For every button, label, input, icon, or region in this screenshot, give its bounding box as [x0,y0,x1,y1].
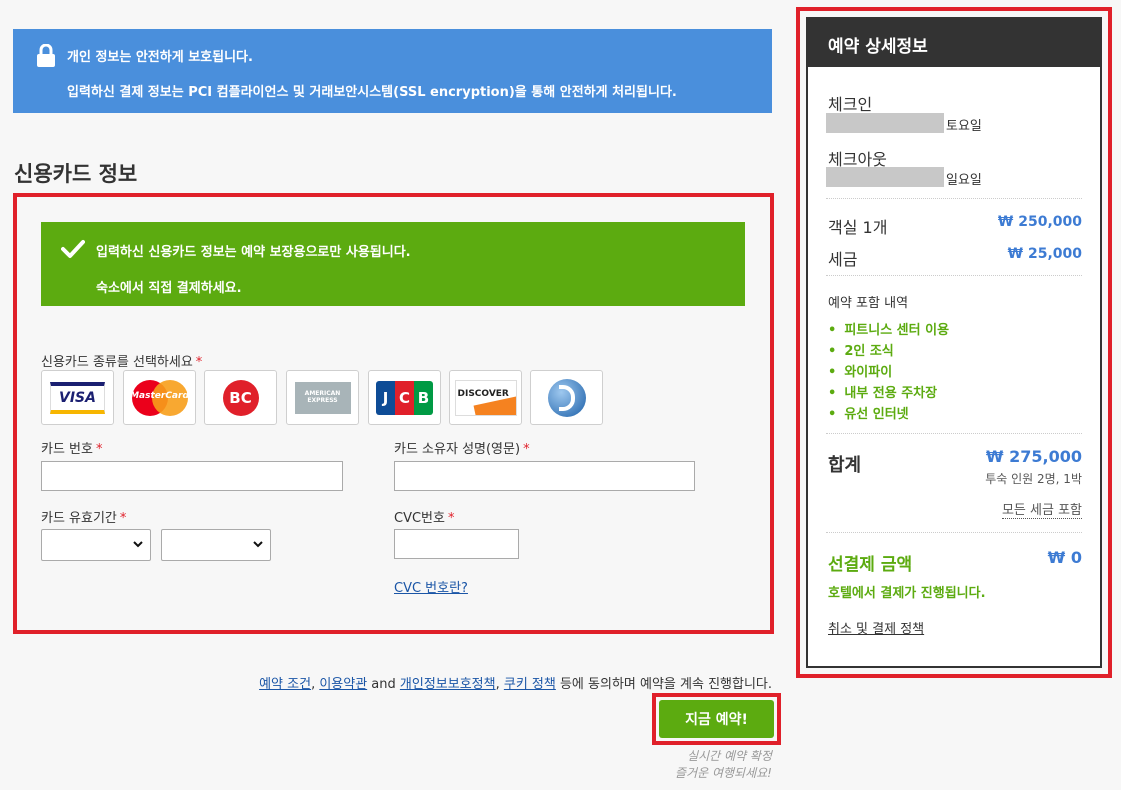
jcb-logo: J C B [376,380,433,415]
enjoy-trip-text: 즐거운 여행되세요! [675,766,772,780]
tax-included-text: 모든 세금 포함 [1001,499,1082,519]
total-note: 투숙 인원 2명, 1박 [985,472,1082,486]
includes-list: 피트니스 센터 이용 2인 조식 와이파이 내부 전용 주차장 유선 인터넷 [828,319,949,424]
mastercard-logo: MasterCard [130,379,190,416]
checkin-date-redacted [826,113,944,133]
book-now-button[interactable]: 지금 예약! [659,700,774,738]
card-option-bc[interactable]: BC [204,370,277,425]
terms-of-use-link[interactable]: 이용약관 [319,677,367,692]
prepay-note: 호텔에서 결제가 진행됩니다. [828,586,986,601]
card-usage-note-line2: 숙소에서 직접 결제하세요. [96,281,242,296]
card-type-label: 신용카드 종류를 선택하세요 * [41,355,203,370]
card-option-discover[interactable]: DISCOVER [449,370,522,425]
discover-logo: DISCOVER [454,379,517,416]
checkout-day: 일요일 [946,173,982,188]
shinhan-logo [547,378,586,417]
card-holder-name-input[interactable] [394,461,695,491]
card-usage-note: 입력하신 신용카드 정보는 예약 보장용으로만 사용됩니다. 숙소에서 직접 결… [41,222,745,306]
card-option-mastercard[interactable]: MasterCard [123,370,196,425]
prepay-label: 선결제 금액 [828,555,913,575]
card-option-amex[interactable]: AMERICAN EXPRESS [286,370,359,425]
privacy-policy-link[interactable]: 개인정보보호정책 [400,677,496,692]
card-option-jcb[interactable]: J C B [368,370,441,425]
total-price: ₩ 275,000 [985,447,1082,466]
checkin-day: 토요일 [946,119,982,134]
card-number-input[interactable] [41,461,343,491]
chevron-down-icon [253,541,263,548]
checkin-label: 체크인 [828,95,873,114]
cookie-policy-link[interactable]: 쿠키 정책 [504,677,556,692]
security-notice-text: 입력하신 결제 정보는 PCI 컴플라이언스 및 거래보안시스템(SSL enc… [67,85,677,100]
checkmark-icon [61,240,85,258]
cancellation-policy-link[interactable]: 취소 및 결제 정책 [828,618,924,637]
divider [826,532,1082,533]
security-notice-title: 개인 정보는 안전하게 보호됩니다. [67,50,253,65]
list-item: 와이파이 [828,361,949,382]
chevron-down-icon [133,541,143,548]
security-notice: 개인 정보는 안전하게 보호됩니다. 입력하신 결제 정보는 PCI 컴플라이언… [13,29,772,113]
checkout-date-redacted [826,167,944,187]
credit-card-section-title: 신용카드 정보 [14,162,138,186]
room-label: 객실 1개 [828,218,888,237]
booking-summary-title: 예약 상세정보 [808,19,1100,67]
expiry-year-select[interactable] [161,529,271,561]
booking-summary-panel: 예약 상세정보 체크인 토요일 체크아웃 일요일 객실 1개 ₩ 250,000… [806,17,1102,668]
list-item: 피트니스 센터 이용 [828,319,949,340]
prepay-price: ₩ 0 [1047,548,1082,567]
list-item: 유선 인터넷 [828,403,949,424]
book-now-highlight: 지금 예약! [652,693,781,745]
list-item: 2인 조식 [828,340,949,361]
lock-icon [37,44,55,67]
card-usage-note-line1: 입력하신 신용카드 정보는 예약 보장용으로만 사용됩니다. [96,245,411,260]
terms-agreement: 예약 조건, 이용약관 and 개인정보보호정책, 쿠키 정책 등에 동의하며 … [259,677,772,692]
cvc-label: CVC번호 * [394,511,455,526]
card-holder-label: 카드 소유자 성명(영문) * [394,442,530,457]
expiry-month-select[interactable] [41,529,151,561]
card-expiry-label: 카드 유효기간 * [41,511,127,526]
room-price: ₩ 250,000 [997,214,1082,230]
instant-confirmation-text: 실시간 예약 확정 [687,749,772,763]
booking-summary-highlight: 예약 상세정보 체크인 토요일 체크아웃 일요일 객실 1개 ₩ 250,000… [796,7,1112,678]
divider [826,275,1082,276]
card-option-shinhan[interactable] [530,370,603,425]
credit-card-form: 입력하신 신용카드 정보는 예약 보장용으로만 사용됩니다. 숙소에서 직접 결… [13,193,774,634]
cvc-input[interactable] [394,529,519,559]
tax-price: ₩ 25,000 [1007,246,1082,262]
divider [826,198,1082,199]
cvc-help-link[interactable]: CVC 번호란? [394,577,468,596]
list-item: 내부 전용 주차장 [828,382,949,403]
card-number-label: 카드 번호 * [41,442,103,457]
booking-conditions-link[interactable]: 예약 조건 [259,677,311,692]
tax-label: 세금 [828,250,858,269]
card-option-visa[interactable]: VISA [41,370,114,425]
total-label: 합계 [828,455,862,476]
divider [826,433,1082,434]
includes-title: 예약 포함 내역 [828,296,909,311]
